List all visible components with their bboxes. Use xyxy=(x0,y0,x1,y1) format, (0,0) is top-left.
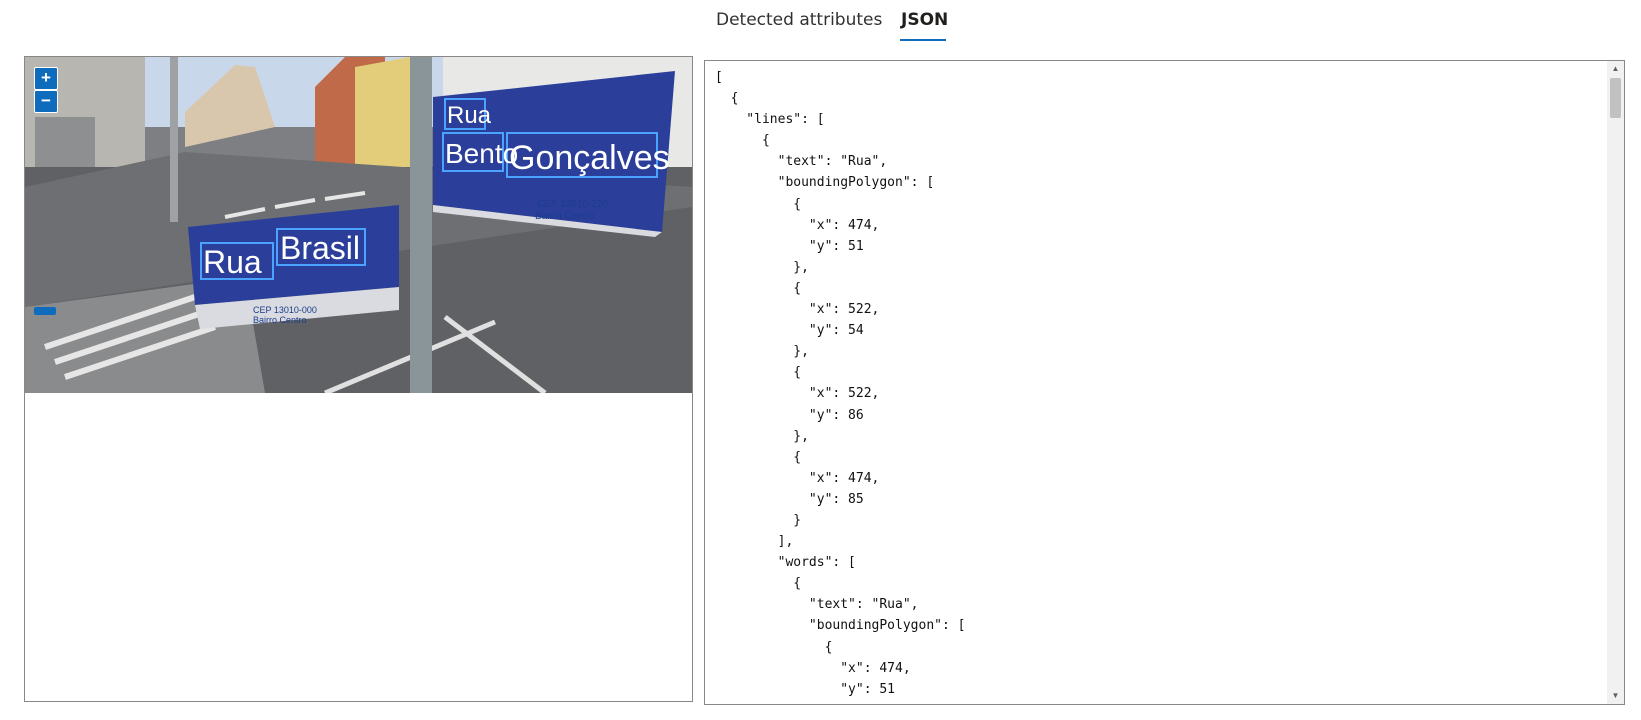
tab-json[interactable]: JSON xyxy=(901,10,948,30)
sign2-district: Bairro Centro xyxy=(253,315,307,325)
sign1-district: Bairro Centro xyxy=(535,211,595,222)
json-line: "words": [ xyxy=(777,555,856,571)
scrollbar-thumb[interactable] xyxy=(1610,78,1621,118)
zoom-slider-track[interactable] xyxy=(34,115,56,385)
json-line: } xyxy=(793,512,802,528)
json-line: { xyxy=(730,91,739,107)
json-line: { xyxy=(761,133,770,149)
json-line: "y": 86 xyxy=(808,407,864,423)
sign1-word-bento: Bento xyxy=(445,138,518,169)
scroll-down-icon[interactable]: ▼ xyxy=(1607,689,1624,703)
json-line: "x": 474, xyxy=(840,660,911,676)
street-photo: Rua Bento Gonçalves CEP 13010-220 Bairro… xyxy=(25,57,692,393)
json-line: "text": "Rua", xyxy=(808,597,919,613)
image-viewer[interactable]: Rua Bento Gonçalves CEP 13010-220 Bairro… xyxy=(24,56,693,702)
json-line: "y": 85 xyxy=(808,491,864,507)
zoom-out-button[interactable]: − xyxy=(34,90,58,113)
json-line: }, xyxy=(793,428,809,444)
json-line: [ xyxy=(715,70,723,85)
tab-bar: Detected attributes JSON xyxy=(0,0,1641,50)
json-line: "boundingPolygon": [ xyxy=(777,175,935,191)
tab-detected-attributes[interactable]: Detected attributes xyxy=(716,10,882,30)
json-line: "y": 54 xyxy=(808,323,864,339)
json-line: { xyxy=(793,365,802,381)
json-line: { xyxy=(793,280,802,296)
json-line: }, xyxy=(793,344,809,360)
json-line: { xyxy=(824,639,833,655)
json-line: "lines": [ xyxy=(746,112,825,128)
json-view[interactable]: [ { "lines": [ { "text": "Rua", "boundin… xyxy=(704,60,1625,705)
json-line: "text": "Rua", xyxy=(777,154,888,170)
scroll-up-icon[interactable]: ▲ xyxy=(1607,62,1624,76)
json-line: ], xyxy=(777,534,794,550)
json-line: "x": 474, xyxy=(808,470,880,486)
json-line: "x": 522, xyxy=(808,386,880,402)
json-line: { xyxy=(793,449,802,465)
json-scrollbar[interactable]: ▲ ▼ xyxy=(1607,61,1624,704)
zoom-in-button[interactable]: + xyxy=(34,67,58,90)
zoom-slider-handle[interactable] xyxy=(34,307,56,315)
sign2-word-brasil: Brasil xyxy=(280,230,360,266)
sign1-word-rua: Rua xyxy=(447,102,492,129)
json-line: }, xyxy=(793,259,809,275)
json-line: "boundingPolygon": [ xyxy=(808,618,966,634)
json-line: { xyxy=(793,576,802,592)
json-content: [ { "lines": [ { "text": "Rua", "boundin… xyxy=(715,67,965,700)
json-line: "y": 51 xyxy=(715,681,896,697)
sign2-cep: CEP 13010-000 xyxy=(253,305,317,315)
sign1-word-goncalves: Gonçalves xyxy=(509,139,670,177)
json-line: "x": 522, xyxy=(808,302,880,318)
sign1-cep: CEP 13010-220 xyxy=(537,199,608,210)
json-line: { xyxy=(793,196,802,212)
active-tab-indicator xyxy=(900,39,946,41)
sign2-word-rua: Rua xyxy=(203,244,262,280)
json-line: "y": 51 xyxy=(808,238,864,254)
json-line: "x": 474, xyxy=(808,217,880,233)
